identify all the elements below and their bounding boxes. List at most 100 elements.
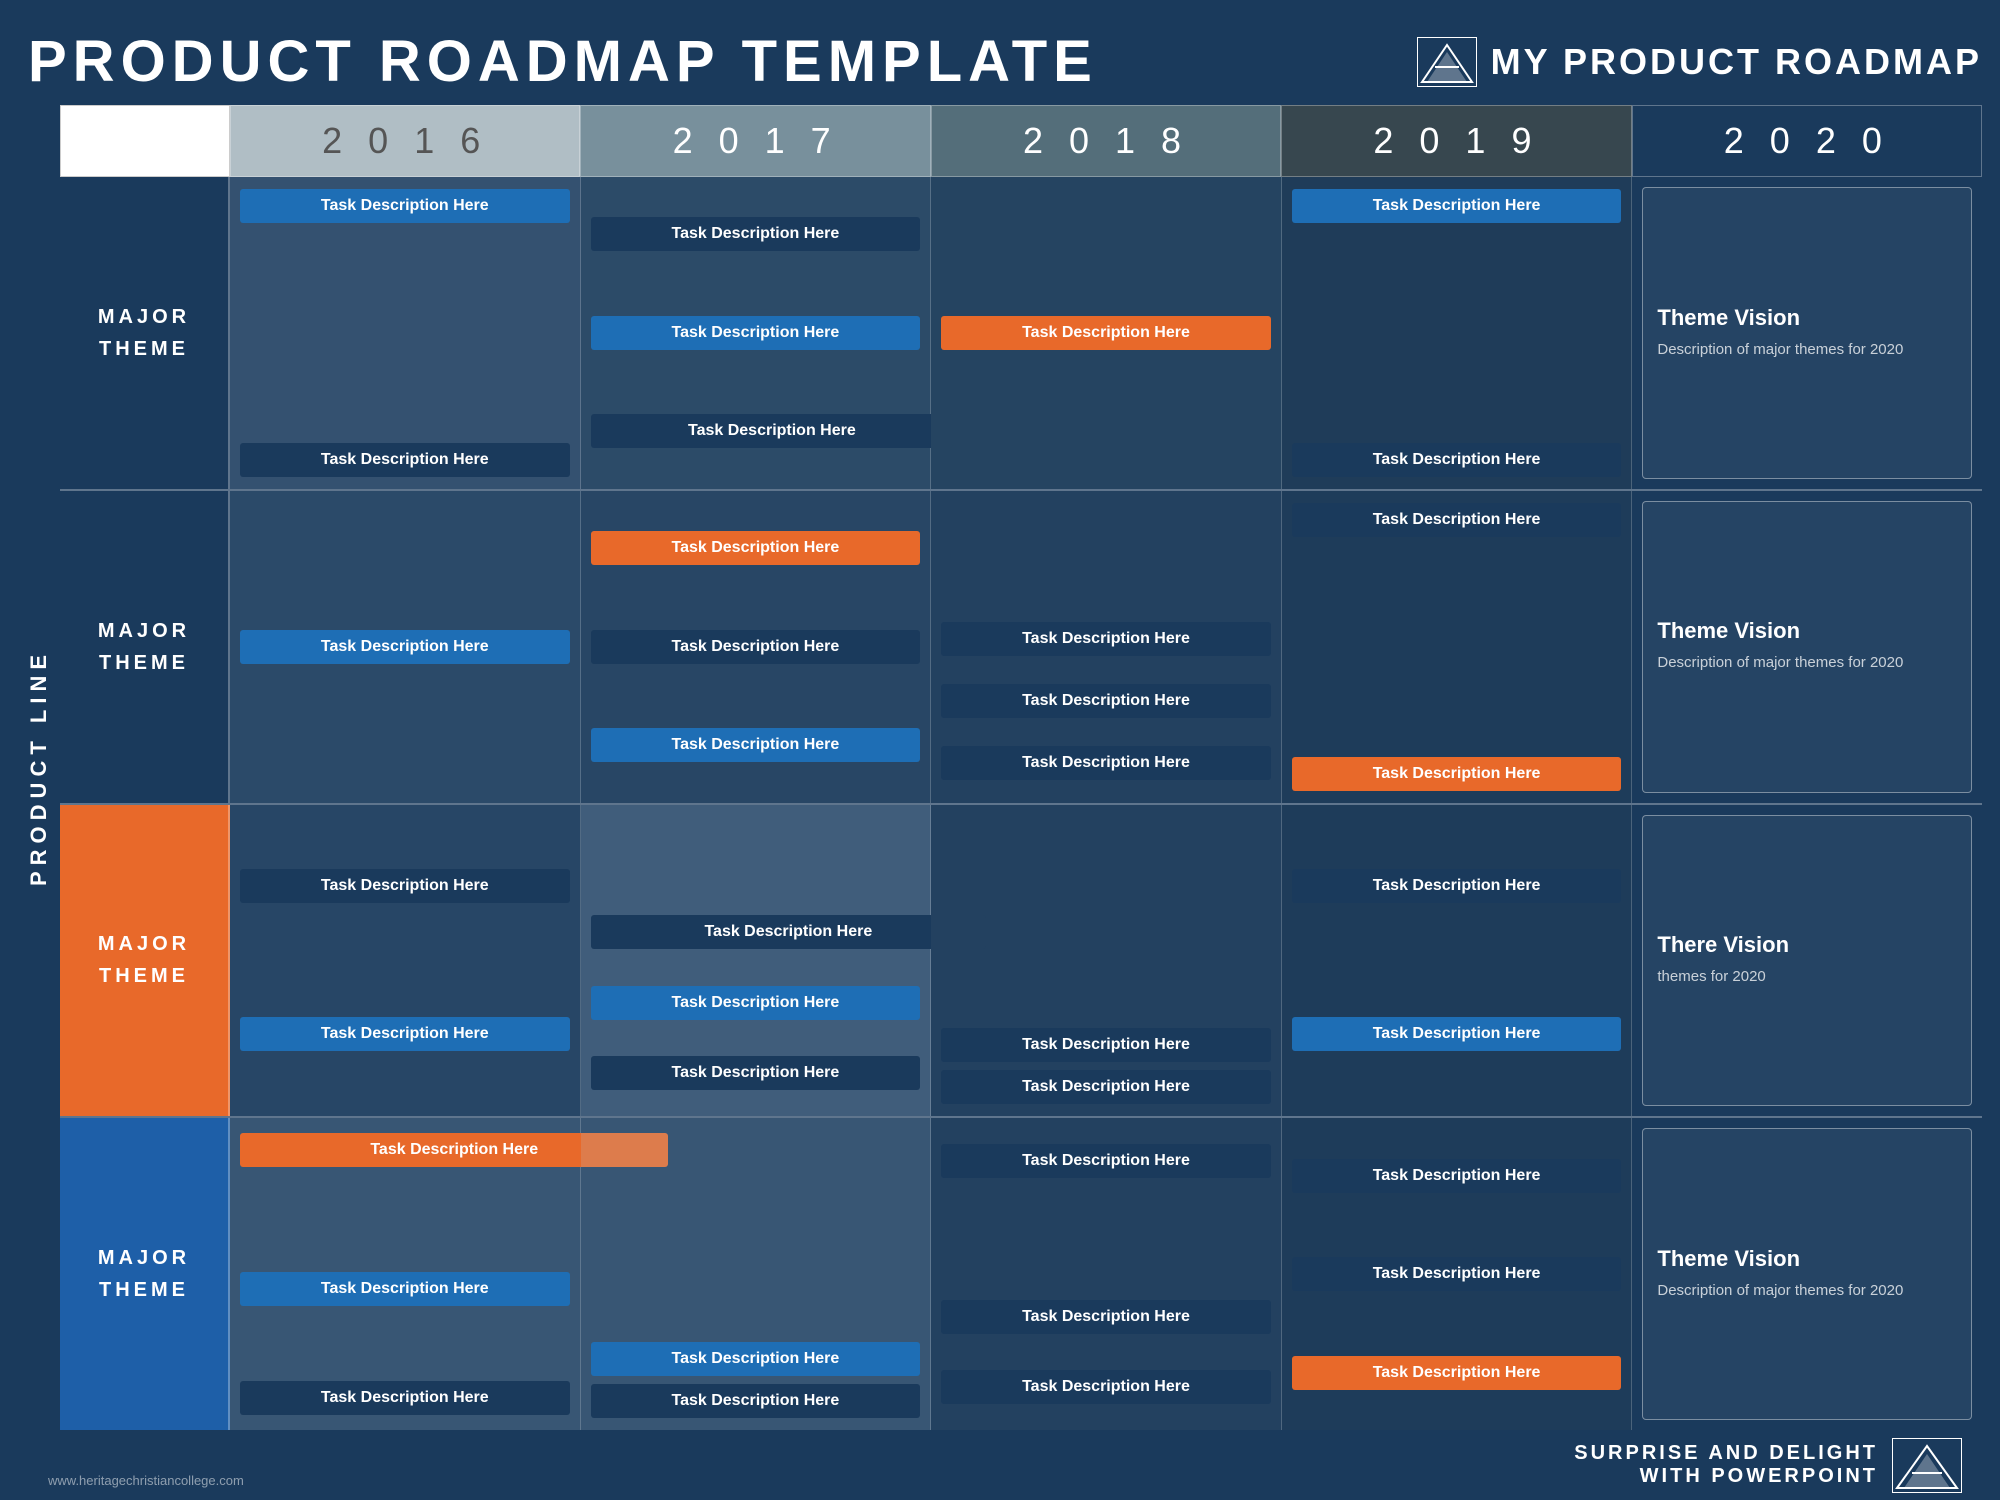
task-bar[interactable]: Task Description Here xyxy=(1292,503,1622,537)
year-header-row: 2 0 1 6 2 0 1 7 2 0 1 8 2 0 1 9 2 0 2 0 xyxy=(60,105,1982,177)
data-cell-r2-2020: Theme Vision Description of major themes… xyxy=(1632,491,1982,803)
theme-vision-box: Theme Vision Description of major themes… xyxy=(1642,1128,1972,1420)
task-bar[interactable]: Task Description Here xyxy=(1292,189,1622,223)
task-bar[interactable]: Task Description Here xyxy=(591,1056,921,1090)
task-bar[interactable]: Task Description Here xyxy=(240,1272,570,1306)
row-label-theme4: MAJOR THEME xyxy=(60,1118,230,1430)
theme-vision-title: There Vision xyxy=(1657,932,1957,958)
task-bar[interactable]: Task Description Here xyxy=(1292,1257,1622,1291)
task-bar[interactable]: Task Description Here xyxy=(941,622,1271,656)
task-bar[interactable]: Task Description Here xyxy=(240,189,570,223)
footer: www.heritagechristiancollege.com SURPRIS… xyxy=(18,1430,1982,1500)
theme-vision-desc: themes for 2020 xyxy=(1657,966,1957,989)
year-2020: 2 0 2 0 xyxy=(1632,105,1982,177)
year-2019: 2 0 1 9 xyxy=(1281,105,1631,177)
data-cell-r3-2020: There Vision themes for 2020 xyxy=(1632,805,1982,1117)
vertical-label: PRODUCT LINE xyxy=(26,649,52,886)
task-bar[interactable]: Task Description Here xyxy=(591,531,921,565)
task-bar[interactable]: Task Description Here xyxy=(941,1028,1271,1062)
main-area: PRODUCT LINE 2 0 1 6 2 0 1 7 2 0 1 8 2 0… xyxy=(18,105,1982,1430)
data-cell-r2-2016: Task Description Here xyxy=(230,491,581,803)
task-bar[interactable]: Task Description Here xyxy=(240,1381,570,1415)
footer-line2: WITH POWERPOINT xyxy=(1640,1465,1878,1487)
row-label-theme2: MAJOR THEME xyxy=(60,491,230,803)
footer-website: www.heritagechristiancollege.com xyxy=(48,1473,244,1488)
theme-vision-desc: Description of major themes for 2020 xyxy=(1657,1280,1957,1303)
task-bar[interactable]: Task Description Here xyxy=(591,728,921,762)
data-cell-r1-2017: Task Description Here Task Description H… xyxy=(581,177,932,489)
task-bar[interactable]: Task Description Here xyxy=(1292,757,1622,791)
task-bar[interactable]: Task Description Here xyxy=(941,316,1271,350)
data-rows: MAJOR THEME Task Description Here Task D… xyxy=(60,177,1982,1430)
task-bar[interactable]: Task Description Here xyxy=(941,1070,1271,1104)
task-bar[interactable]: Task Description Here xyxy=(240,630,570,664)
task-bar[interactable]: Task Description Here xyxy=(591,986,921,1020)
row-label-text: MAJOR THEME xyxy=(98,615,190,679)
task-bar[interactable]: Task Description Here xyxy=(591,217,921,251)
task-bar[interactable]: Task Description Here xyxy=(941,684,1271,718)
task-bar[interactable]: Task Description Here xyxy=(941,746,1271,780)
data-cell-r4-2018: Task Description Here Task Description H… xyxy=(931,1118,1282,1430)
data-cell-r2-2017: Task Description Here Task Description H… xyxy=(581,491,932,803)
data-cell-r1-2019: Task Description Here Task Description H… xyxy=(1282,177,1633,489)
year-2016: 2 0 1 6 xyxy=(230,105,580,177)
data-cell-r1-2020: Theme Vision Description of major themes… xyxy=(1632,177,1982,489)
page-wrapper: PRODUCT ROADMAP TEMPLATE MY PRODUCT ROAD… xyxy=(0,0,2000,1500)
table-row: MAJOR THEME Task Description Here Task D… xyxy=(60,177,1982,491)
task-bar[interactable]: Task Description Here xyxy=(941,1144,1271,1178)
task-bar[interactable]: Task Description Here xyxy=(591,630,921,664)
task-bar[interactable]: Task Description Here xyxy=(941,1370,1271,1404)
task-bar[interactable]: Task Description Here xyxy=(591,414,954,448)
table-row: MAJOR THEME Task Description Here Task D… xyxy=(60,805,1982,1119)
footer-text: SURPRISE AND DELIGHT WITH POWERPOINT xyxy=(1574,1442,1878,1488)
footer-line1: SURPRISE AND DELIGHT xyxy=(1574,1442,1878,1464)
logo-icon xyxy=(1417,37,1477,87)
data-cell-r1-2016: Task Description Here Task Description H… xyxy=(230,177,581,489)
theme-vision-title: Theme Vision xyxy=(1657,1246,1957,1272)
task-bar[interactable]: Task Description Here xyxy=(591,1342,921,1376)
theme-vision-box: There Vision themes for 2020 xyxy=(1642,815,1972,1107)
data-cell-r2-2018: Task Description Here Task Description H… xyxy=(931,491,1282,803)
theme-vision-desc: Description of major themes for 2020 xyxy=(1657,652,1957,675)
data-cell-r4-2019: Task Description Here Task Description H… xyxy=(1282,1118,1633,1430)
theme-vision-box: Theme Vision Description of major themes… xyxy=(1642,187,1972,479)
theme-vision-title: Theme Vision xyxy=(1657,618,1957,644)
data-cell-r3-2018: Task Description Here Task Description H… xyxy=(931,805,1282,1117)
data-cell-r4-2016: Task Description Here Task Description H… xyxy=(230,1118,581,1430)
task-bar[interactable]: Task Description Here xyxy=(1292,443,1622,477)
data-cell-r3-2019: Task Description Here Task Description H… xyxy=(1282,805,1633,1117)
header-empty-cell xyxy=(60,105,230,177)
task-bar[interactable]: Task Description Here xyxy=(1292,869,1622,903)
theme-vision-title: Theme Vision xyxy=(1657,305,1957,331)
task-bar[interactable]: Task Description Here xyxy=(941,1300,1271,1334)
year-2018: 2 0 1 8 xyxy=(931,105,1281,177)
year-2017: 2 0 1 7 xyxy=(580,105,930,177)
theme-vision-desc: Description of major themes for 2020 xyxy=(1657,339,1957,362)
row-label-text: MAJOR THEME xyxy=(98,301,190,365)
row-label-text: MAJOR THEME xyxy=(98,1242,190,1306)
theme-vision-box: Theme Vision Description of major themes… xyxy=(1642,501,1972,793)
data-cell-r4-2017: Task Description Here Task Description H… xyxy=(581,1118,932,1430)
row-label-text: MAJOR THEME xyxy=(98,928,190,992)
data-cell-r3-2017: Task Description Here Task Description H… xyxy=(581,805,932,1117)
data-cell-r3-2016: Task Description Here Task Description H… xyxy=(230,805,581,1117)
row-label-theme1: MAJOR THEME xyxy=(60,177,230,489)
task-bar[interactable]: Task Description Here xyxy=(240,1017,570,1051)
data-cell-r4-2020: Theme Vision Description of major themes… xyxy=(1632,1118,1982,1430)
table-row: MAJOR THEME Task Description Here Task D… xyxy=(60,1118,1982,1430)
footer-logo-icon xyxy=(1892,1438,1962,1493)
vertical-label-col: PRODUCT LINE xyxy=(18,105,60,1430)
task-bar[interactable]: Task Description Here xyxy=(1292,1017,1622,1051)
task-bar[interactable]: Task Description Here xyxy=(1292,1159,1622,1193)
task-bar[interactable]: Task Description Here xyxy=(591,1384,921,1418)
task-bar[interactable]: Task Description Here xyxy=(591,915,987,949)
row-label-theme3: MAJOR THEME xyxy=(60,805,230,1117)
task-bar[interactable]: Task Description Here xyxy=(240,869,570,903)
header-subtitle: MY PRODUCT ROADMAP xyxy=(1491,41,1982,83)
page-title: PRODUCT ROADMAP TEMPLATE xyxy=(28,28,1098,95)
task-bar[interactable]: Task Description Here xyxy=(240,443,570,477)
data-cell-r2-2019: Task Description Here Task Description H… xyxy=(1282,491,1633,803)
task-bar[interactable]: Task Description Here xyxy=(1292,1356,1622,1390)
task-bar[interactable]: Task Description Here xyxy=(591,316,921,350)
data-cell-r1-2018: Task Description Here xyxy=(931,177,1282,489)
